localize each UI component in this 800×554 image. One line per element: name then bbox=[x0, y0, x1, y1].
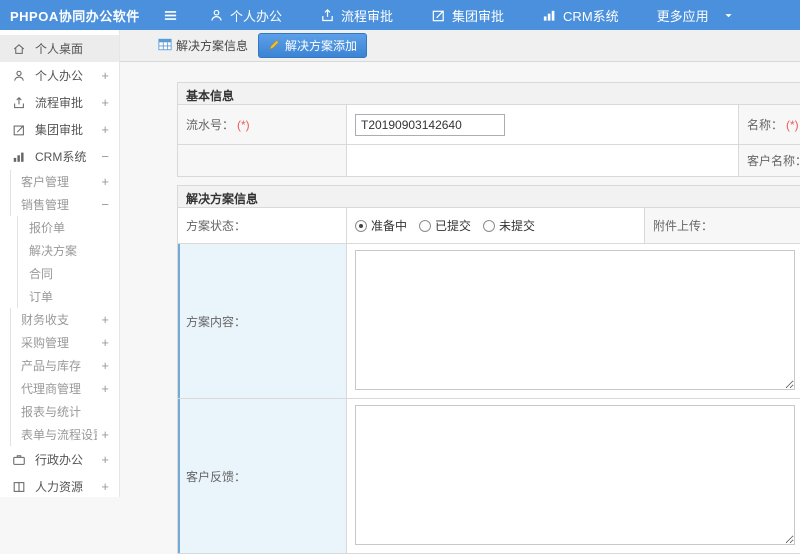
sidebar-item-admin-office[interactable]: 行政办公 + bbox=[0, 446, 119, 473]
caret-down-icon bbox=[723, 10, 734, 21]
sidebar-item-workflow-approval[interactable]: 流程审批 + bbox=[0, 89, 119, 116]
briefcase-icon bbox=[12, 453, 29, 467]
sidebar-item-personal-desktop[interactable]: 个人桌面 bbox=[0, 35, 119, 62]
serial-number-row: 流水号： (*) 名称： (*) bbox=[178, 104, 800, 144]
name-label: 名称： (*) bbox=[738, 105, 800, 144]
tab-solution-add[interactable]: 解决方案添加 bbox=[258, 33, 368, 58]
sidebar-item-products-inventory[interactable]: 产品与库存 + bbox=[10, 354, 119, 377]
bar-chart-icon bbox=[542, 8, 557, 23]
serial-number-label: 流水号： (*) bbox=[178, 105, 346, 144]
serial-number-cell bbox=[346, 105, 738, 144]
sidebar-item-crm-system[interactable]: CRM系统 − bbox=[0, 143, 119, 170]
nav-label: 集团审批 bbox=[452, 8, 505, 24]
nav-label: 个人办公 bbox=[230, 8, 283, 24]
edit-icon bbox=[431, 8, 446, 23]
radio-selected-icon bbox=[355, 219, 367, 232]
feedback-textarea[interactable] bbox=[355, 405, 795, 545]
topbar: PHPOA协同办公软件 个人办公 流程审批 集团审批 CRM系统 更多应用 bbox=[0, 0, 800, 30]
sidebar-item-sales-management[interactable]: 销售管理 − bbox=[10, 193, 119, 216]
content-cell bbox=[346, 244, 800, 398]
status-label: 方案状态： bbox=[186, 219, 247, 233]
nav-crm-system[interactable]: CRM系统 bbox=[542, 6, 619, 25]
hamburger-icon bbox=[162, 8, 179, 23]
sidebar-item-order[interactable]: 订单 bbox=[17, 285, 119, 308]
tab-solution-add-label: 解决方案添加 bbox=[285, 39, 358, 53]
feedback-label: 客户反馈： bbox=[178, 399, 346, 553]
feedback-cell bbox=[346, 399, 800, 553]
attachment-upload-label: 附件上传： bbox=[644, 208, 800, 243]
radio-unselected-icon bbox=[419, 219, 432, 232]
solution-info-header: 解决方案信息 bbox=[178, 186, 800, 207]
sidebar-item-group-approval[interactable]: 集团审批 + bbox=[0, 116, 119, 143]
content-row: 方案内容： bbox=[178, 243, 800, 398]
content-label: 方案内容： bbox=[178, 244, 346, 398]
sidebar-item-solution[interactable]: 解决方案 bbox=[17, 239, 119, 262]
customer-name-label: 客户名称： (*) bbox=[738, 145, 800, 176]
sidebar-item-contract[interactable]: 合同 bbox=[17, 262, 119, 285]
radio-submitted[interactable]: 已提交 bbox=[419, 217, 471, 234]
nav-label: 更多应用 bbox=[656, 8, 709, 24]
tab-bar: 解决方案信息 解决方案添加 bbox=[120, 30, 800, 62]
required-mark: (*) bbox=[237, 117, 250, 132]
status-radio-group: 准备中 已提交 未提交 bbox=[346, 208, 644, 243]
app-logo: PHPOA协同办公软件 bbox=[10, 8, 140, 24]
home-icon bbox=[12, 42, 29, 56]
sidebar-item-customer-management[interactable]: 客户管理 + bbox=[10, 170, 119, 193]
serial-number-input[interactable] bbox=[355, 113, 505, 136]
edit-icon bbox=[12, 123, 29, 137]
sidebar: 个人桌面 个人办公 + 流程审批 + 集团审批 + CRM系统 − 客户管理 +… bbox=[0, 30, 120, 497]
upload-icon bbox=[320, 8, 335, 23]
sidebar-item-purchasing[interactable]: 采购管理 + bbox=[10, 331, 119, 354]
bar-chart-icon bbox=[12, 150, 29, 164]
sidebar-item-quotation[interactable]: 报价单 bbox=[17, 216, 119, 239]
radio-preparing[interactable]: 准备中 bbox=[355, 217, 407, 234]
sidebar-item-finance[interactable]: 财务收支 + bbox=[10, 308, 119, 331]
user-icon bbox=[209, 8, 224, 23]
empty-label-cell bbox=[178, 145, 346, 176]
basic-info-header: 基本信息 bbox=[178, 83, 800, 104]
upload-icon bbox=[12, 96, 29, 110]
feedback-row: 客户反馈： bbox=[178, 398, 800, 553]
solution-info-panel: 解决方案信息 方案状态： 准备中 已提交 未提交 附件上传： 方案内容： 客户反… bbox=[177, 185, 800, 554]
radio-unselected-icon bbox=[483, 219, 496, 232]
menu-toggle-button[interactable] bbox=[162, 8, 179, 23]
nav-personal-office[interactable]: 个人办公 bbox=[209, 6, 282, 25]
required-mark: (*) bbox=[786, 117, 799, 132]
tab-solution-info-label: 解决方案信息 bbox=[176, 39, 249, 53]
solution-form: 基本信息 流水号： (*) 名称： (*) 客户名称： bbox=[177, 82, 800, 554]
nav-label: CRM系统 bbox=[563, 8, 619, 24]
table-icon bbox=[158, 38, 172, 54]
pencil-icon bbox=[268, 38, 281, 54]
sidebar-item-personal-office[interactable]: 个人办公 + bbox=[0, 62, 119, 89]
radio-not-submitted[interactable]: 未提交 bbox=[483, 217, 535, 234]
sidebar-item-form-workflow-settings[interactable]: 表单与流程设置 + bbox=[10, 423, 119, 446]
main-content: 解决方案信息 解决方案添加 基本信息 流水号： (*) 名称： bbox=[120, 30, 800, 554]
empty-value-cell bbox=[346, 145, 738, 176]
sidebar-item-human-resources[interactable]: 人力资源 + bbox=[0, 473, 119, 497]
content-textarea[interactable] bbox=[355, 250, 795, 390]
sidebar-item-agent-management[interactable]: 代理商管理 + bbox=[10, 377, 119, 400]
nav-more-apps[interactable]: 更多应用 bbox=[657, 6, 734, 25]
basic-info-panel: 基本信息 流水号： (*) 名称： (*) 客户名称： bbox=[177, 82, 800, 177]
sidebar-item-reports-statistics[interactable]: 报表与统计 bbox=[10, 400, 119, 423]
status-row: 方案状态： 准备中 已提交 未提交 附件上传： bbox=[178, 207, 800, 243]
nav-group-approval[interactable]: 集团审批 bbox=[431, 6, 504, 25]
customer-name-row: 客户名称： (*) bbox=[178, 144, 800, 176]
tab-solution-info[interactable]: 解决方案信息 bbox=[154, 34, 252, 57]
nav-workflow-approval[interactable]: 流程审批 bbox=[320, 6, 393, 25]
user-icon bbox=[12, 69, 29, 83]
book-icon bbox=[12, 480, 29, 494]
nav-label: 流程审批 bbox=[341, 8, 394, 24]
